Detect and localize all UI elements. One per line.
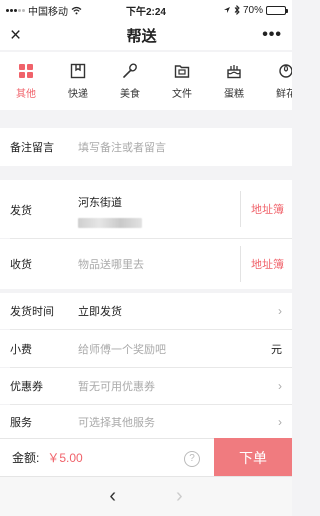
chevron-right-icon: › <box>278 379 282 393</box>
cake-icon <box>227 65 241 79</box>
battery-percent: 70% <box>242 4 263 16</box>
chevron-right-icon: › <box>278 414 282 429</box>
category-cake[interactable]: 蛋糕 <box>208 52 260 110</box>
checkout-bar: 金额: ￥5.00 ? 下单 <box>0 438 292 477</box>
status-bar: 中国移动 下午2:24 70% <box>0 0 292 20</box>
category-other[interactable]: 其他 <box>0 52 52 110</box>
browser-nav: ‹ › <box>0 476 292 516</box>
service-value: 可选择其他服务 <box>78 416 155 429</box>
category-express[interactable]: 快递 <box>52 52 104 110</box>
category-label: 蛋糕 <box>224 89 244 100</box>
page-title: 帮送 <box>126 27 157 45</box>
coupon-row[interactable]: 优惠券 暂无可用优惠券 › <box>0 368 292 404</box>
bluetooth-icon <box>234 5 240 15</box>
tip-row[interactable]: 小费 给师傅一个奖励吧 元 <box>0 330 292 367</box>
wifi-icon <box>71 6 82 14</box>
category-flower[interactable]: 鲜花 <box>260 52 292 110</box>
help-icon[interactable]: ? <box>184 451 200 467</box>
sender-label: 发货 <box>10 205 32 217</box>
total-label: 金额: <box>12 451 40 465</box>
receiver-row[interactable]: 收货 物品送哪里去 地址簿 <box>0 239 292 289</box>
forward-arrow-icon[interactable]: › <box>176 485 183 508</box>
sender-row[interactable]: 发货 河东街道 地址簿 <box>0 180 292 238</box>
tip-unit: 元 <box>271 343 282 356</box>
grid-icon <box>19 64 33 78</box>
redacted-address <box>78 218 142 228</box>
more-icon[interactable]: ••• <box>262 26 282 44</box>
back-arrow-icon[interactable]: ‹ <box>109 485 116 508</box>
note-label: 备注留言 <box>10 142 54 154</box>
service-label: 服务 <box>10 416 32 429</box>
ship-time-value: 立即发货 <box>78 306 122 318</box>
category-label: 鲜花 <box>276 89 292 100</box>
place-order-button[interactable]: 下单 <box>214 438 292 477</box>
coupon-value: 暂无可用优惠券 <box>78 381 155 393</box>
category-label: 快递 <box>68 89 88 100</box>
receiver-address-book-link[interactable]: 地址簿 <box>240 246 284 282</box>
category-food[interactable]: 美食 <box>104 52 156 110</box>
chevron-right-icon: › <box>278 304 282 318</box>
category-strip[interactable]: 其他 快递 美食 文件 蛋糕 鲜花 <box>0 52 292 110</box>
tip-input[interactable]: 给师傅一个奖励吧 <box>78 341 271 357</box>
note-row[interactable]: 备注留言 填写备注或者留言 <box>0 128 292 166</box>
ship-time-row[interactable]: 发货时间 立即发货 › <box>0 293 292 329</box>
total-amount: ￥5.00 <box>47 451 83 465</box>
box-icon <box>70 63 86 79</box>
flower-icon <box>279 64 292 78</box>
category-label: 美食 <box>120 89 140 100</box>
signal-icon <box>6 8 25 12</box>
battery-icon <box>266 5 288 15</box>
tip-label: 小费 <box>10 343 32 356</box>
note-input[interactable]: 填写备注或者留言 <box>78 139 282 155</box>
close-icon[interactable]: × <box>10 26 21 45</box>
coupon-label: 优惠券 <box>10 381 43 393</box>
category-label: 文件 <box>172 89 192 100</box>
carrier-label: 中国移动 <box>28 6 68 18</box>
ship-time-label: 发货时间 <box>10 306 54 318</box>
category-document[interactable]: 文件 <box>156 52 208 110</box>
status-right: 70% <box>186 4 288 16</box>
sender-address-book-link[interactable]: 地址簿 <box>240 191 284 227</box>
location-icon <box>223 7 230 13</box>
service-row[interactable]: 服务 可选择其他服务 › <box>0 405 292 438</box>
status-time: 下午2:24 <box>125 6 166 18</box>
receiver-label: 收货 <box>10 259 32 271</box>
nav-bar: × 帮送 ••• <box>0 20 292 50</box>
category-label: 其他 <box>16 89 36 100</box>
spoon-icon <box>123 63 137 78</box>
folder-icon <box>174 65 190 78</box>
status-left: 中国移动 <box>6 3 106 18</box>
